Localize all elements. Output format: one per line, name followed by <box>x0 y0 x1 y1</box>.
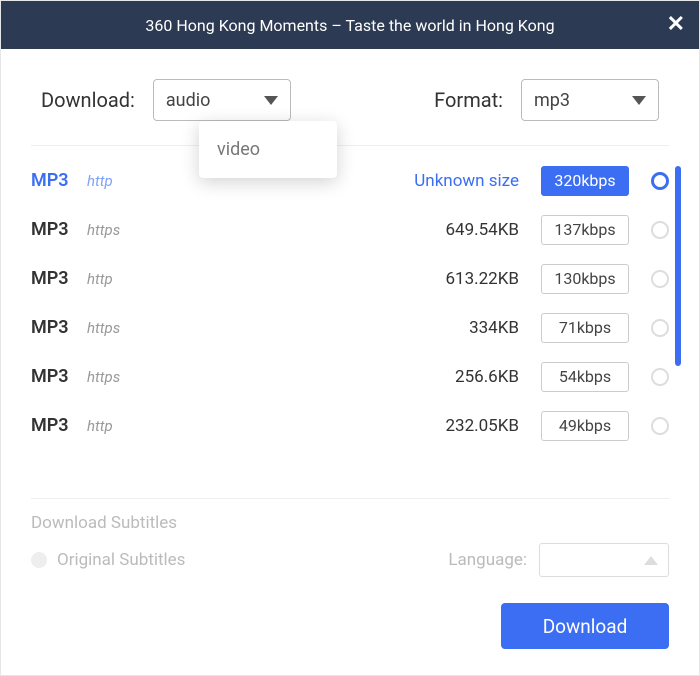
row-bitrate: 49kbps <box>541 411 629 441</box>
row-protocol: https <box>87 319 120 337</box>
row-protocol: http <box>87 417 113 435</box>
format-label: Format: <box>434 88 503 112</box>
option-row[interactable]: MP3 http Unknown size 320kbps <box>31 156 669 205</box>
row-protocol: http <box>87 270 113 288</box>
row-protocol: http <box>87 172 113 190</box>
download-type-value: audio <box>166 90 211 111</box>
row-size: 232.05KB <box>389 416 519 436</box>
window-title: 360 Hong Kong Moments – Taste the world … <box>145 16 554 35</box>
dropdown-option-video[interactable]: video <box>199 135 337 164</box>
download-label: Download: <box>41 88 135 112</box>
row-format: MP3 <box>31 366 81 387</box>
row-bitrate: 71kbps <box>541 313 629 343</box>
row-radio[interactable] <box>651 319 669 337</box>
format-value: mp3 <box>534 90 570 111</box>
scrollbar[interactable] <box>675 166 681 366</box>
option-row[interactable]: MP3 http 232.05KB 49kbps <box>31 401 669 450</box>
download-modal: 360 Hong Kong Moments – Taste the world … <box>0 0 700 676</box>
row-bitrate: 54kbps <box>541 362 629 392</box>
row-format: MP3 <box>31 415 81 436</box>
subtitles-section: Download Subtitles Original Subtitles La… <box>1 499 699 585</box>
language-select[interactable] <box>539 543 669 577</box>
language-label: Language: <box>448 550 527 570</box>
row-format: MP3 <box>31 219 81 240</box>
row-protocol: https <box>87 221 120 239</box>
row-bitrate: 137kbps <box>541 215 629 245</box>
row-format: MP3 <box>31 317 81 338</box>
row-radio[interactable] <box>651 270 669 288</box>
download-button[interactable]: Download <box>501 603 669 649</box>
titlebar: 360 Hong Kong Moments – Taste the world … <box>1 1 699 49</box>
format-select[interactable]: mp3 <box>521 79 659 121</box>
row-radio[interactable] <box>651 221 669 239</box>
row-format: MP3 <box>31 268 81 289</box>
row-size: 613.22KB <box>389 269 519 289</box>
close-icon[interactable]: ✕ <box>667 14 685 36</box>
radio-icon[interactable] <box>31 552 47 568</box>
download-type-dropdown: video <box>199 121 337 178</box>
row-format: MP3 <box>31 170 81 191</box>
row-size: 256.6KB <box>389 367 519 387</box>
option-row[interactable]: MP3 http 613.22KB 130kbps <box>31 254 669 303</box>
row-radio[interactable] <box>651 368 669 386</box>
controls-row: Download: audio Format: mp3 video <box>1 49 699 145</box>
download-type-select[interactable]: audio <box>153 79 291 121</box>
chevron-up-icon <box>644 556 658 565</box>
row-bitrate: 320kbps <box>541 166 629 196</box>
options-list-wrap: MP3 http Unknown size 320kbps MP3 https 649.54… <box>1 146 699 498</box>
chevron-down-icon <box>264 96 278 105</box>
row-radio[interactable] <box>651 417 669 435</box>
footer: Download <box>1 585 699 675</box>
option-row[interactable]: MP3 https 256.6KB 54kbps <box>31 352 669 401</box>
row-size: 334KB <box>389 318 519 338</box>
row-protocol: https <box>87 368 120 386</box>
subtitles-header: Download Subtitles <box>31 513 669 533</box>
option-row[interactable]: MP3 https 334KB 71kbps <box>31 303 669 352</box>
original-subtitles-label: Original Subtitles <box>57 550 185 570</box>
option-row[interactable]: MP3 https 649.54KB 137kbps <box>31 205 669 254</box>
options-list: MP3 http Unknown size 320kbps MP3 https 649.54… <box>31 156 669 498</box>
row-size: 649.54KB <box>389 220 519 240</box>
row-size: Unknown size <box>389 171 519 191</box>
subtitles-line: Original Subtitles Language: <box>31 543 669 577</box>
row-bitrate: 130kbps <box>541 264 629 294</box>
row-radio[interactable] <box>651 172 669 190</box>
chevron-down-icon <box>632 96 646 105</box>
